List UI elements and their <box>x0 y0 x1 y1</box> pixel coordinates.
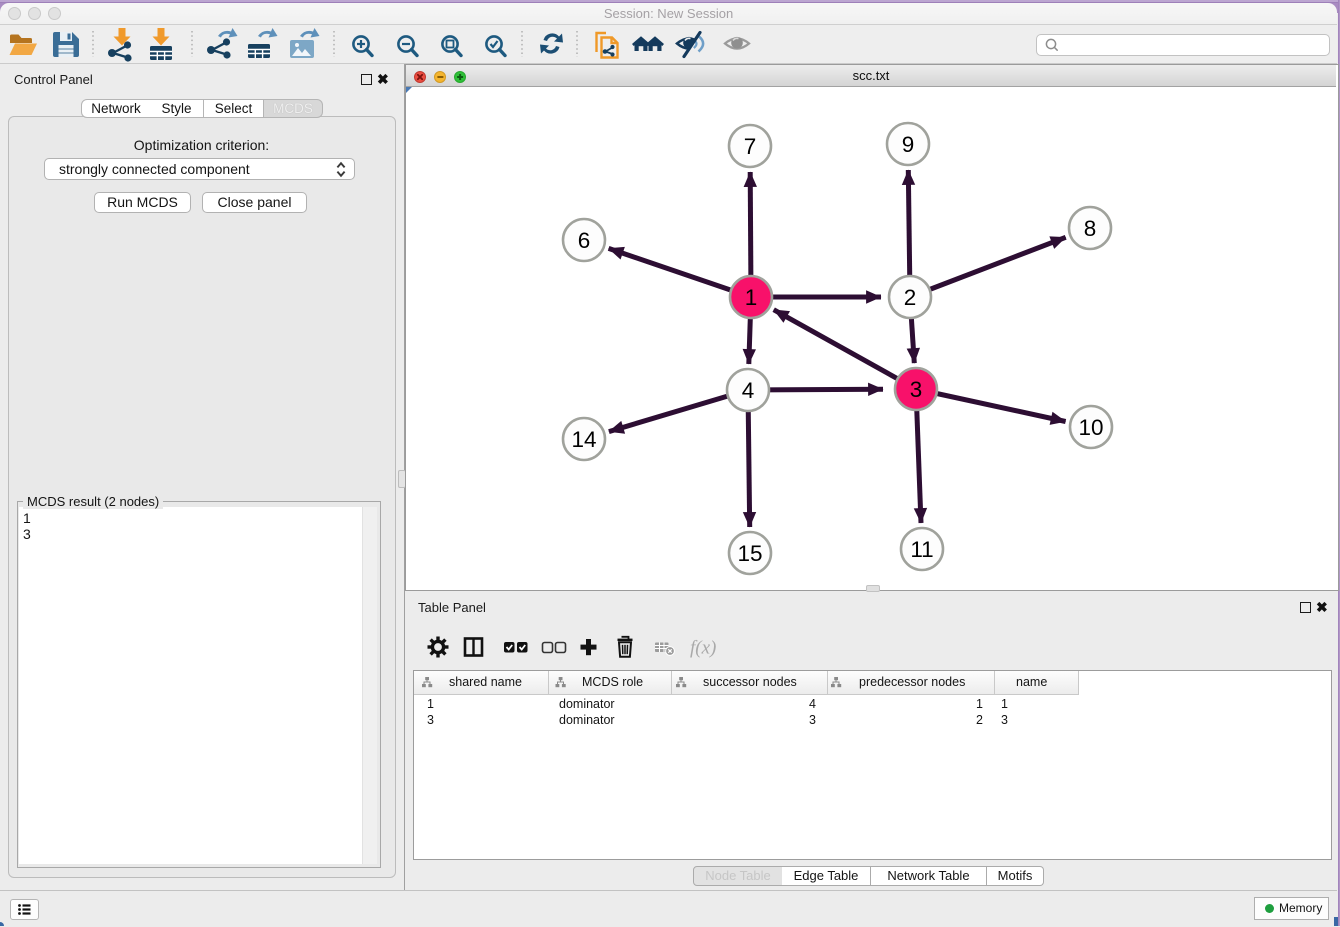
svg-text:1: 1 <box>745 285 758 310</box>
svg-text:2: 2 <box>904 285 917 310</box>
svg-text:14: 14 <box>571 427 596 452</box>
svg-text:6: 6 <box>578 228 591 253</box>
svg-text:8: 8 <box>1084 216 1097 241</box>
svg-text:4: 4 <box>742 378 755 403</box>
svg-text:15: 15 <box>737 541 762 566</box>
svg-text:f(x): f(x) <box>690 638 716 659</box>
svg-text:11: 11 <box>910 537 933 562</box>
svg-text:9: 9 <box>902 132 915 157</box>
svg-text:3: 3 <box>910 377 923 402</box>
svg-text:7: 7 <box>744 134 757 159</box>
svg-text:10: 10 <box>1078 415 1103 440</box>
